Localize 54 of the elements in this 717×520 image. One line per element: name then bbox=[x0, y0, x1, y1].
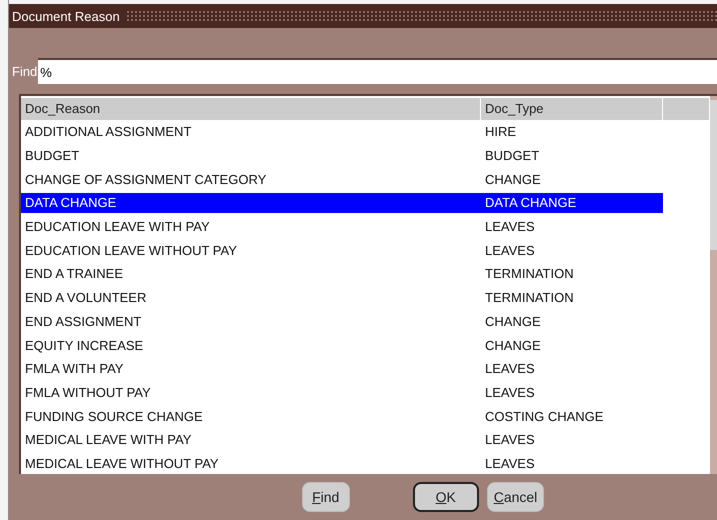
table-cell-text: EDUCATION LEAVE WITHOUT PAY bbox=[24, 242, 238, 258]
table-row[interactable]: END ASSIGNMENT CHANGE bbox=[21, 310, 710, 334]
column-header[interactable]: Doc_Reason bbox=[21, 98, 481, 120]
table-cell-text: TERMINATION bbox=[484, 290, 575, 306]
table-cell-text: LEAVES bbox=[484, 432, 536, 448]
table-row[interactable]: MEDICAL LEAVE WITH PAY LEAVES bbox=[21, 428, 710, 452]
table-cell-text: LEAVES bbox=[484, 242, 536, 258]
table-row[interactable]: END A TRAINEE TERMINATION bbox=[21, 262, 710, 286]
table-cell-text: CHANGE OF ASSIGNMENT CATEGORY bbox=[24, 172, 268, 187]
table-cell: DATA CHANGE bbox=[481, 192, 663, 213]
find-label: Find bbox=[11, 64, 38, 78]
table-cell-text: MEDICAL LEAVE WITHOUT PAY bbox=[24, 456, 220, 471]
table-cell-text: END A TRAINEE bbox=[24, 266, 124, 282]
table-cell-text: CHANGE bbox=[484, 338, 542, 353]
table-row[interactable]: EDUCATION LEAVE WITH PAY LEAVES bbox=[21, 214, 710, 238]
find-field[interactable]: % bbox=[38, 58, 717, 84]
window-title: Document Reason bbox=[12, 8, 120, 24]
table-row[interactable]: FMLA WITH PAY LEAVES bbox=[21, 356, 710, 381]
table-row[interactable]: BUDGET BUDGET bbox=[21, 144, 710, 168]
table-row[interactable]: DATA CHANGE DATA CHANGE bbox=[21, 191, 710, 215]
table-cell-text: BUDGET bbox=[484, 148, 540, 164]
table-cell-text: FMLA WITH PAY bbox=[24, 361, 124, 376]
table-row[interactable]: FMLA WITHOUT PAY LEAVES bbox=[21, 380, 710, 404]
table-cell-text: END ASSIGNMENT bbox=[24, 314, 142, 329]
table-cell-text: MEDICAL LEAVE WITH PAY bbox=[24, 432, 192, 448]
table-row[interactable]: MEDICAL LEAVE WITHOUT PAY LEAVES bbox=[21, 452, 710, 476]
table-cell-text: END A VOLUNTEER bbox=[24, 290, 148, 306]
table-cell-text: LEAVES bbox=[484, 384, 536, 400]
table-cell-text: EDUCATION LEAVE WITH PAY bbox=[24, 219, 211, 234]
table-row[interactable]: CHANGE OF ASSIGNMENT CATEGORY CHANGE bbox=[21, 167, 710, 192]
table-cell-text: LEAVES bbox=[484, 219, 536, 234]
table-cell-text: BUDGET bbox=[24, 148, 80, 164]
table-cell-text: FUNDING SOURCE CHANGE bbox=[24, 408, 204, 424]
dialog-button[interactable]: Find bbox=[302, 482, 350, 512]
table-cell-text: HIRE bbox=[484, 124, 518, 140]
table-cell-text: EQUITY INCREASE bbox=[24, 338, 144, 353]
table-row[interactable]: EDUCATION LEAVE WITHOUT PAY LEAVES bbox=[21, 238, 710, 262]
table-cell-text: ADDITIONAL ASSIGNMENT bbox=[24, 124, 192, 140]
table-cell-text: CHANGE bbox=[484, 172, 542, 187]
dialog-button[interactable]: Cancel bbox=[486, 482, 544, 512]
dialog-button[interactable]: OK bbox=[412, 482, 479, 512]
table-cell-text: LEAVES bbox=[484, 456, 536, 471]
table-cell-text: COSTING CHANGE bbox=[484, 408, 604, 424]
table-cell-text: FMLA WITHOUT PAY bbox=[24, 384, 152, 400]
table-row[interactable]: ADDITIONAL ASSIGNMENT HIRE bbox=[21, 120, 710, 144]
table-row[interactable]: EQUITY INCREASE CHANGE bbox=[21, 333, 710, 357]
table-cell-text: TERMINATION bbox=[484, 266, 575, 282]
table-row[interactable]: END A VOLUNTEER TERMINATION bbox=[21, 286, 710, 310]
scrollbar[interactable] bbox=[710, 96, 717, 474]
table-cell-text: LEAVES bbox=[484, 361, 536, 376]
table-cell-text: CHANGE bbox=[484, 314, 542, 329]
column-header[interactable]: Doc_Type bbox=[481, 98, 663, 120]
table-cell: DATA CHANGE bbox=[21, 192, 481, 213]
table-row[interactable]: FUNDING SOURCE CHANGE COSTING CHANGE bbox=[21, 404, 710, 428]
